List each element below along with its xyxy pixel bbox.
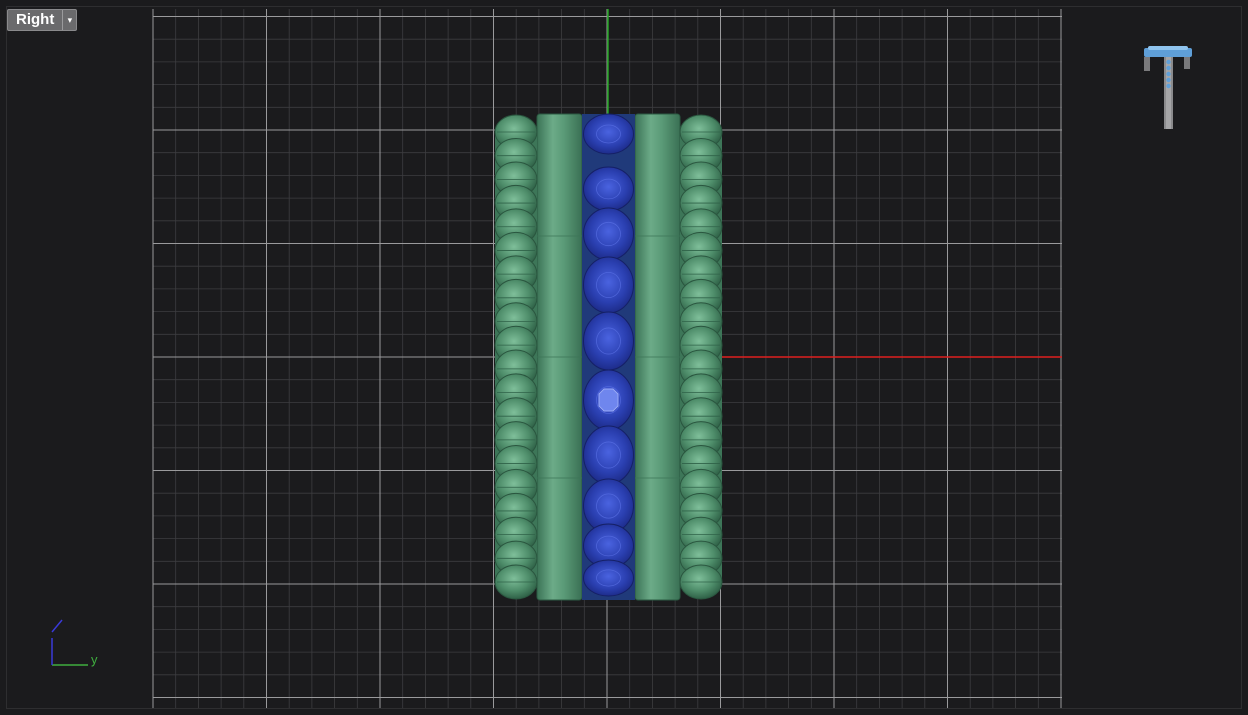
center-stone [583,207,634,261]
center-stone [583,559,634,597]
ring-preview-icon[interactable] [1138,40,1198,136]
center-stone [583,256,634,314]
axis-label-y: y [91,652,98,667]
ring-model[interactable] [494,113,723,601]
chevron-down-icon[interactable]: ▾ [62,10,76,30]
center-stone [583,113,634,155]
scene-canvas[interactable] [0,0,1248,715]
view-name-button[interactable]: Right ▾ [7,9,78,31]
stone-table-facet [598,388,619,412]
view-name-label: Right [16,11,55,28]
center-stone [583,311,634,371]
center-stone [583,425,634,485]
center-stone [583,166,634,212]
viewport-3d[interactable]: Right ▾ y [0,0,1248,715]
axis-triad: y [40,614,110,674]
